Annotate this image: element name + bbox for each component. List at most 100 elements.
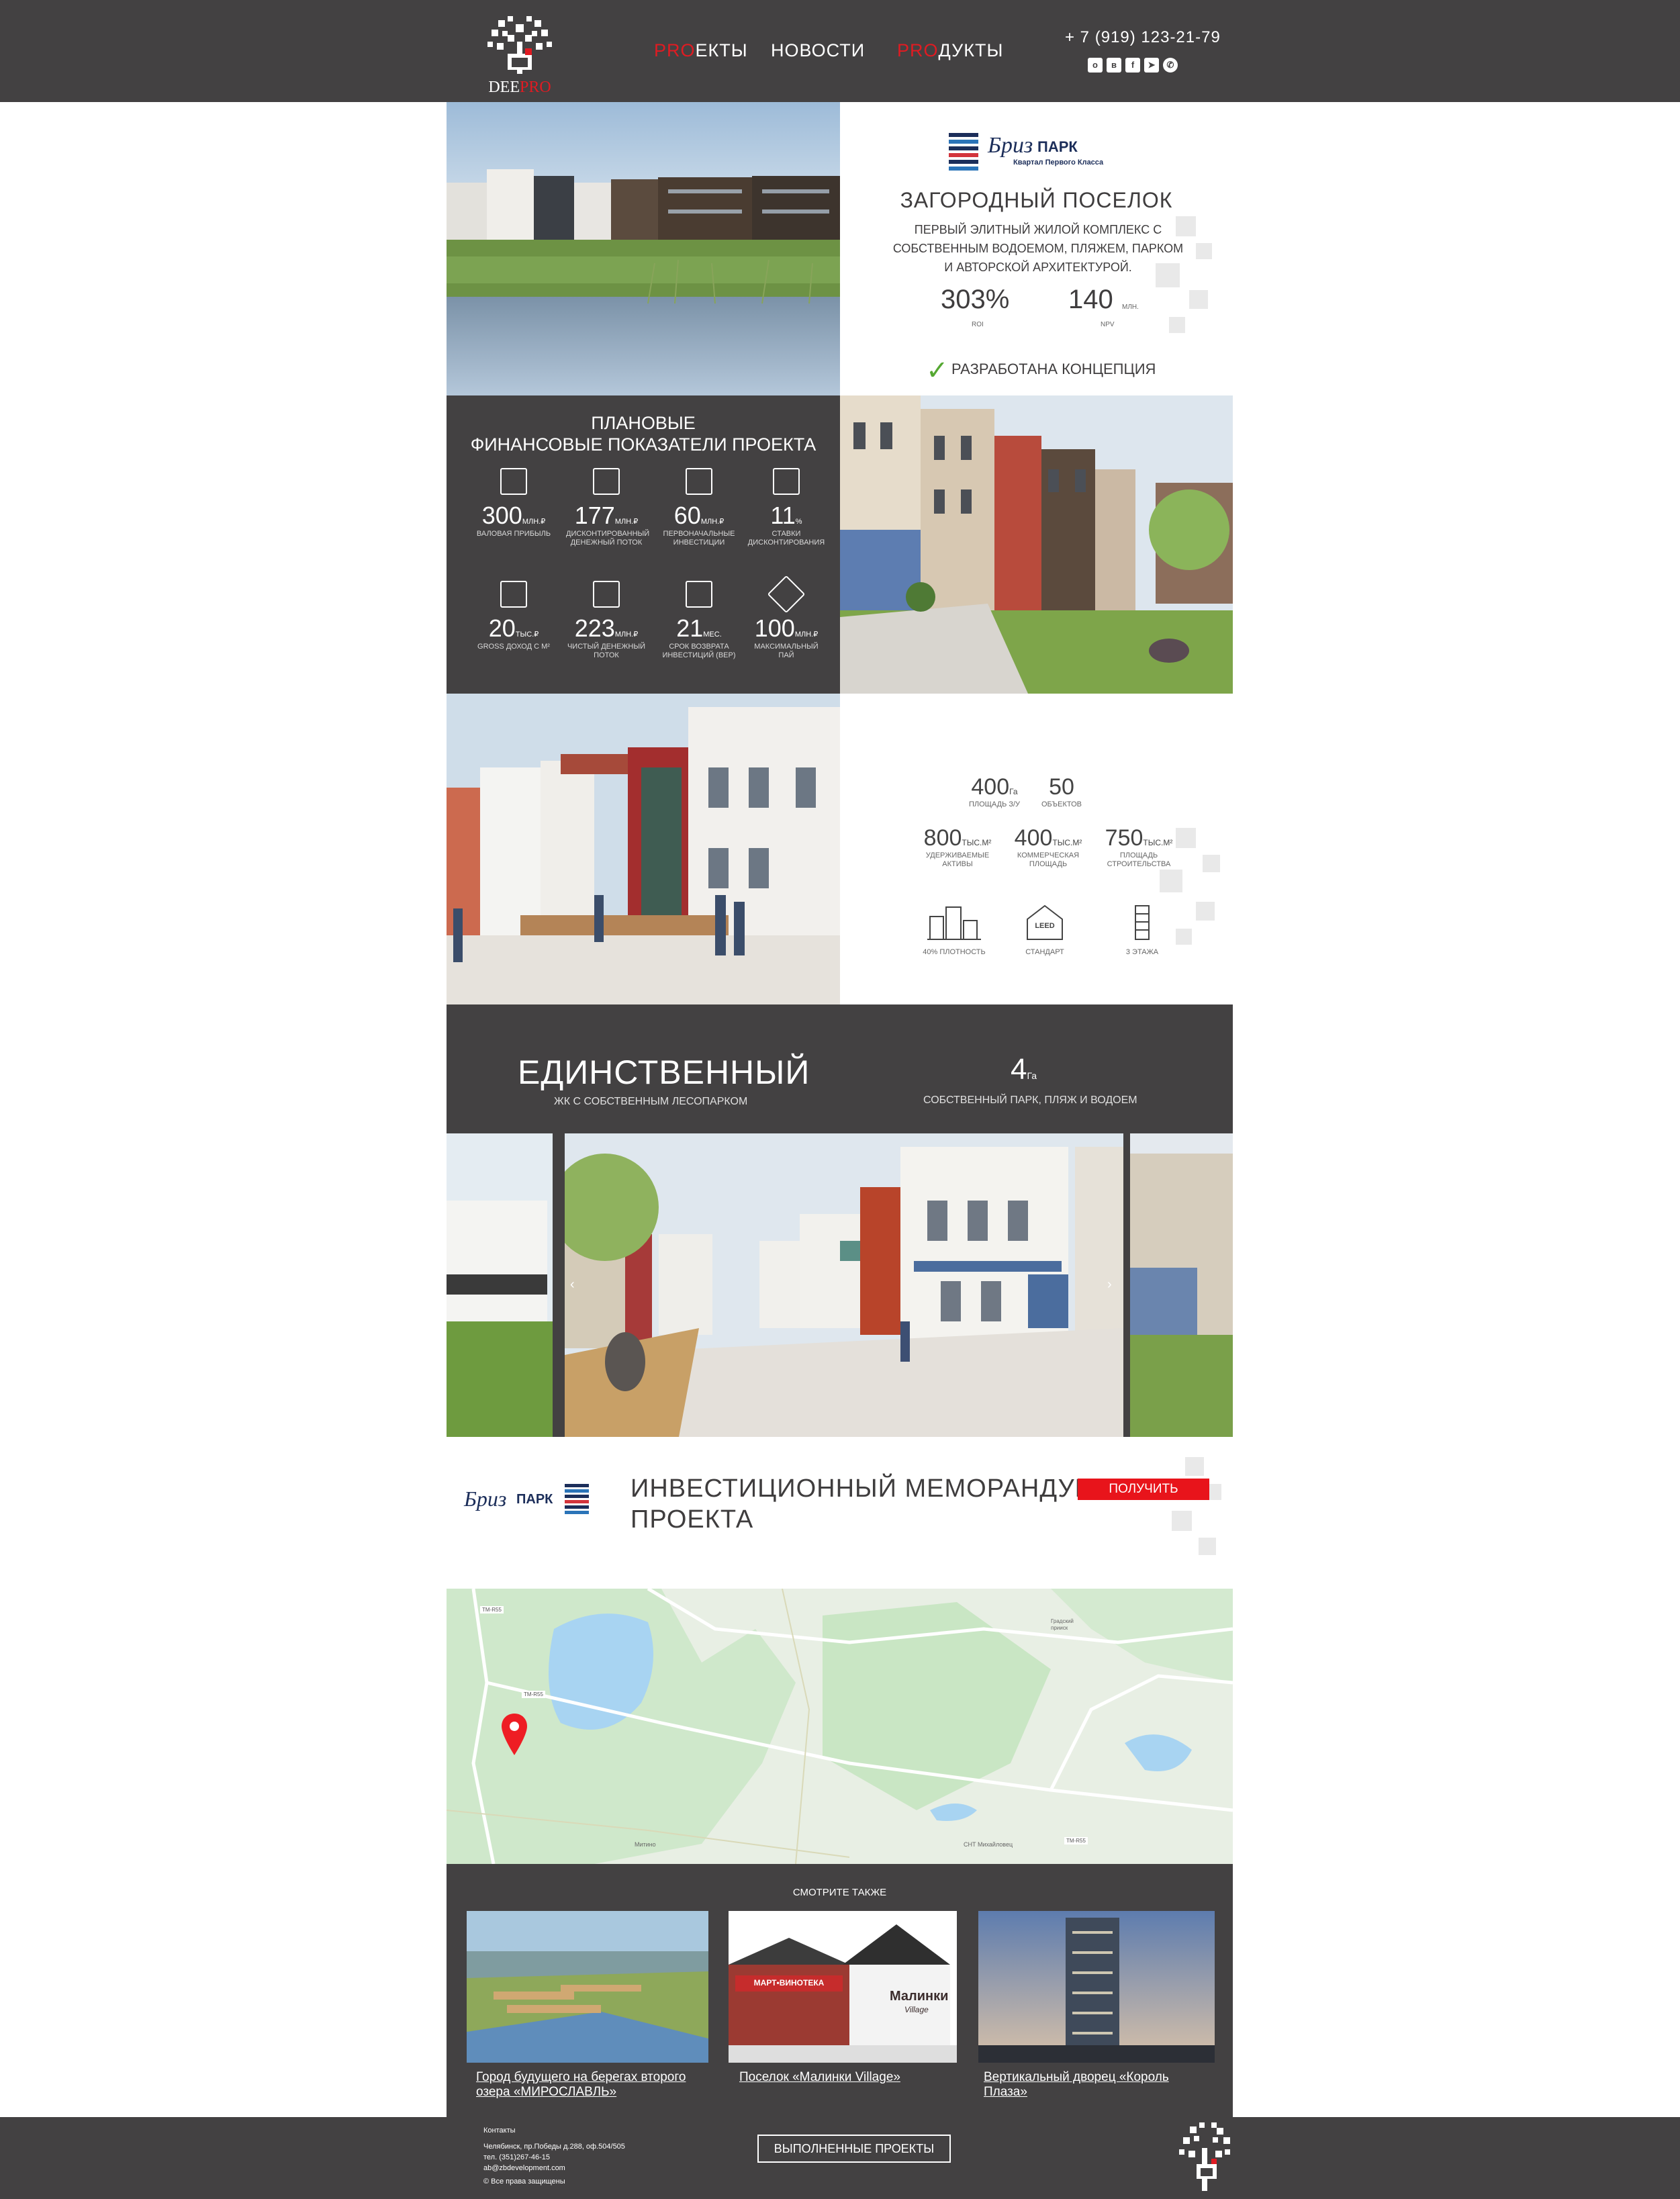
stat-label: КОММЕРЧЕСКАЯ ПЛОЩАДЬ: [1017, 851, 1080, 868]
stat-label: ОБЪЕКТОВ: [1041, 800, 1082, 808]
logo-text-dee: DEE: [488, 79, 520, 96]
stat-unit: ТЫС.М²: [1143, 838, 1173, 847]
intro-description: ПЕРВЫЙ ЭЛИТНЫЙ ЖИЛОЙ КОМПЛЕКС С СОБСТВЕН…: [892, 223, 1184, 274]
npv-unit: МЛН.: [1122, 303, 1139, 311]
metric-label: СРОК ВОЗВРАТА ИНВЕСТИЦИЙ (BEP): [662, 643, 736, 659]
chevron-right-icon[interactable]: ›: [1107, 1277, 1112, 1293]
location-pin-icon[interactable]: [502, 1714, 527, 1755]
npv-value: 140: [1068, 285, 1113, 314]
completed-projects-button[interactable]: ВЫПОЛНЕННЫЕ ПРОЕКТЫ: [757, 2135, 951, 2163]
footer-tree-logo-icon[interactable]: [1176, 2121, 1233, 2195]
card-title[interactable]: Вертикальный дворец «Король Плаза»: [984, 2070, 1215, 2100]
metric-net-flow: 223МЛН.₽ ЧИСТЫЙ ДЕНЕЖНЫЙ ПОТОК: [566, 581, 647, 660]
memorandum-section: Бриз ПАРК ИНВЕСТИЦИОННЫЙ МЕМОРАНДУМ ПРОЕ…: [447, 1437, 1233, 1588]
area-value: 4: [1011, 1053, 1027, 1086]
metric-label: МАКСИМАЛЬНЫЙ ПАЙ: [754, 643, 819, 659]
whatsapp-icon[interactable]: ✆: [1163, 58, 1178, 73]
project-card-korol-plaza[interactable]: Вертикальный дворец «Король Плаза»: [978, 1911, 1215, 2106]
pixel-tree-decoration-9: [1196, 902, 1215, 921]
facebook-icon[interactable]: f: [1125, 58, 1140, 73]
metric-payback: 21МЕС. СРОК ВОЗВРАТА ИНВЕСТИЦИЙ (BEP): [659, 581, 739, 660]
road-label-3: ТМ-R55: [1064, 1837, 1088, 1844]
metric-unit: МЛН.₽: [614, 518, 639, 526]
footer-address: Челябинск, пр.Победы д.288, оф.504/505: [483, 2143, 625, 2151]
gallery: ‹ ›: [447, 1133, 1233, 1437]
calculator-icon: [773, 468, 800, 495]
metric-max-share: 100МЛН.₽ МАКСИМАЛЬНЫЙ ПАЙ: [746, 575, 827, 660]
stat-land-area: 400Га ПЛОЩАДЬ З/У: [961, 774, 1028, 809]
metric-gross-profit: 300МЛН.₽ ВАЛОВАЯ ПРИБЫЛЬ: [473, 468, 554, 539]
pixel-tree-decoration-5: [1169, 317, 1185, 333]
stat-standard: LEED СТАНДАРТ: [1005, 903, 1085, 957]
telegram-icon[interactable]: ➤: [1144, 58, 1159, 73]
footer-email[interactable]: ab@zbdevelopment.com: [483, 2163, 625, 2173]
site-header: DEEPRO PROЕКТЫ НОВОСТИ PROДУКТЫ + 7 (919…: [0, 0, 1680, 102]
project-card-miroslavl[interactable]: Город будущего на берегах второго озера …: [467, 1911, 708, 2106]
pixel-tree-decoration-2: [1196, 243, 1212, 259]
place-label-2: Митино: [635, 1841, 656, 1848]
metric-label: ВАЛОВАЯ ПРИБЫЛЬ: [476, 530, 551, 538]
check-icon: ✓: [926, 356, 949, 385]
safe-icon: [686, 581, 712, 608]
chevron-left-icon[interactable]: ‹: [570, 1277, 575, 1293]
footer-phone[interactable]: тел. (351)267-46-15: [483, 2152, 625, 2163]
vk-icon[interactable]: в: [1107, 58, 1121, 73]
memo-brand-suffix: ПАРК: [516, 1492, 553, 1507]
road-label-1: ТМ-R55: [480, 1606, 504, 1613]
gallery-slide-prev[interactable]: [447, 1133, 553, 1437]
place-label-1: Градский прииск: [1051, 1618, 1074, 1631]
intro-panel: Бриз ПАРК Квартал Первого Класса ЗАГОРОД…: [840, 102, 1233, 395]
roi-label: ROI: [972, 321, 984, 328]
area-value-row: 4Га: [1011, 1053, 1037, 1086]
card-title[interactable]: Поселок «Малинки Village»: [739, 2070, 957, 2085]
scatter-chart-icon: [593, 581, 620, 608]
price-tag-icon: [767, 575, 806, 614]
metric-unit: МЛН.₽: [794, 630, 819, 639]
unique-subtitle: ЖК С СОБСТВЕННЫМ ЛЕСОПАРКОМ: [554, 1096, 748, 1107]
nav-news[interactable]: НОВОСТИ: [771, 40, 865, 61]
nav-products[interactable]: PROДУКТЫ: [897, 40, 1003, 61]
gallery-slide-next[interactable]: [1130, 1133, 1233, 1437]
memo-title-line1: ИНВЕСТИЦИОННЫЙ МЕМОРАНДУМ: [631, 1475, 1097, 1503]
map[interactable]: ТМ-R55 ТМ-R55 ТМ-R55 Градский прииск Мит…: [447, 1589, 1233, 1864]
logo[interactable]: DEEPRO: [478, 15, 561, 96]
stat-unit: ТЫС.М²: [1052, 838, 1082, 847]
stat-label: СТАНДАРТ: [1025, 948, 1064, 956]
memo-brand-logo: Бриз ПАРК: [464, 1484, 592, 1524]
stat-label: УДЕРЖИВАЕМЫЕ АКТИВЫ: [925, 851, 990, 868]
stat-value: 400: [1014, 825, 1053, 851]
site-footer: Контакты Челябинск, пр.Победы д.288, оф.…: [0, 2117, 1680, 2199]
metric-unit: МЛН.₽: [522, 518, 546, 526]
header-phone[interactable]: + 7 (919) 123-21-79: [1065, 28, 1221, 47]
stat-label: ПЛОЩАДЬ СТРОИТЕЛЬСТВА: [1107, 851, 1171, 868]
chart-doc-icon: [500, 468, 527, 495]
stat-unit: ТЫС.М²: [962, 838, 992, 847]
memo-stripes-icon: [565, 1484, 589, 1514]
finance-title-line2: ФИНАНСОВЫЕ ПОКАЗАТЕЛИ ПРОЕКТА: [470, 434, 816, 455]
area-unit: Га: [1027, 1070, 1037, 1081]
card-title[interactable]: Город будущего на берегах второго озера …: [476, 2070, 698, 2100]
stat-label: 3 ЭТАЖА: [1125, 948, 1159, 956]
ok-icon[interactable]: о: [1088, 58, 1103, 73]
street-illustration: [447, 694, 840, 1004]
nav-products-rest: ДУКТЫ: [938, 40, 1004, 60]
metric-value: 100: [754, 614, 795, 642]
townhouses-illustration: [840, 395, 1233, 694]
gallery-slide-main[interactable]: ‹ ›: [565, 1133, 1123, 1437]
brand-name: Бриз: [988, 133, 1033, 158]
metric-unit: %: [795, 518, 802, 526]
metric-value: 11: [770, 502, 796, 529]
shop-sign-3: Village: [904, 2005, 929, 2014]
pixel-tree-decoration-8: [1160, 870, 1182, 892]
metric-value: 21: [676, 614, 704, 642]
get-memorandum-button[interactable]: ПОЛУЧИТЬ: [1078, 1479, 1209, 1500]
nav-projects[interactable]: PROЕКТЫ: [654, 40, 748, 61]
tower-icon: [1135, 905, 1150, 940]
footer-copyright: © Все права защищены: [483, 2178, 565, 2186]
stat-density: 40% ПЛОТНОСТЬ: [914, 903, 994, 957]
project-card-malinki[interactable]: МАРТ•ВИНОТЕКА Малинки Village Поселок «М…: [729, 1911, 957, 2106]
coins-icon: [686, 468, 712, 495]
status-row: ✓ РАЗРАБОТАНА КОНЦЕПЦИЯ: [926, 357, 1156, 384]
intro-title: ЗАГОРОДНЫЙ ПОСЕЛОК: [900, 188, 1173, 212]
stat-floors: 3 ЭТАЖА: [1102, 903, 1182, 957]
